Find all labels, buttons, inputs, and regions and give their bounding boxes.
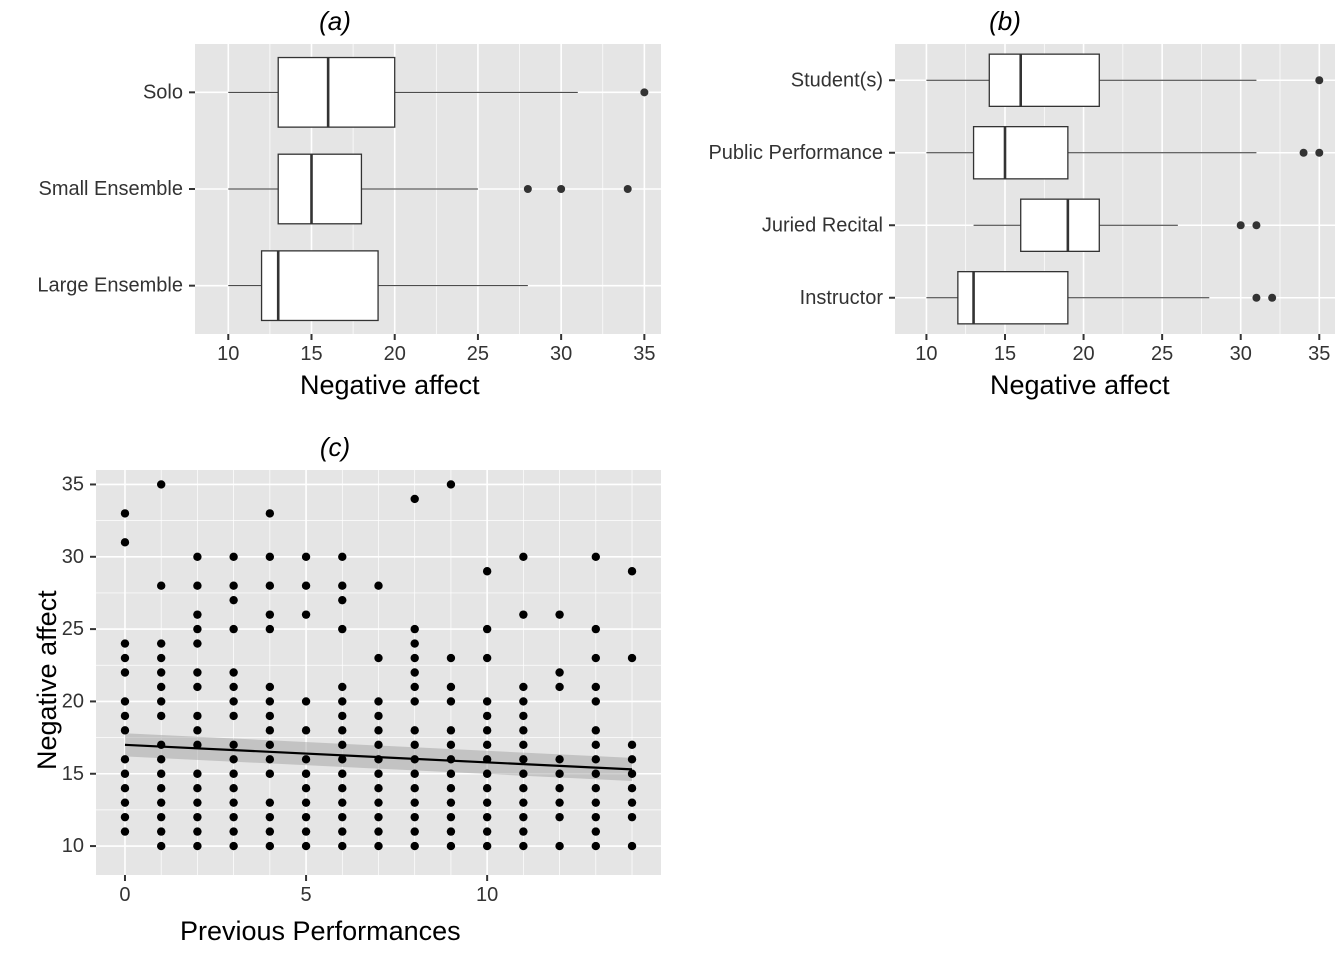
svg-text:35: 35: [633, 343, 655, 365]
svg-text:Large Ensemble: Large Ensemble: [37, 275, 183, 297]
panel-c: 0510101520253035: [96, 470, 661, 875]
svg-text:15: 15: [62, 763, 84, 785]
panel-c-ylabel: Negative affect: [32, 590, 63, 770]
svg-text:20: 20: [1072, 343, 1094, 365]
svg-text:25: 25: [62, 618, 84, 640]
svg-text:30: 30: [550, 343, 572, 365]
svg-text:Solo: Solo: [143, 81, 183, 103]
panel-c-xlabel: Previous Performances: [180, 916, 461, 947]
svg-text:10: 10: [915, 343, 937, 365]
panel-a-title: (a): [0, 6, 670, 37]
svg-text:0: 0: [119, 884, 130, 906]
svg-text:5: 5: [301, 884, 312, 906]
svg-text:15: 15: [994, 343, 1016, 365]
svg-text:25: 25: [467, 343, 489, 365]
svg-text:Public Performance: Public Performance: [708, 142, 883, 164]
svg-text:15: 15: [300, 343, 322, 365]
panel-b-title: (b): [670, 6, 1340, 37]
svg-text:35: 35: [62, 473, 84, 495]
figure-root: (a) 101520253035SoloSmall EnsembleLarge …: [0, 0, 1344, 960]
panel-a-xlabel: Negative affect: [300, 370, 480, 401]
panel-c-title: (c): [0, 432, 670, 463]
panel-a: 101520253035SoloSmall EnsembleLarge Ense…: [195, 44, 661, 334]
panel-b: 101520253035Student(s)Public Performance…: [895, 44, 1335, 334]
svg-text:10: 10: [476, 884, 498, 906]
svg-text:Student(s): Student(s): [791, 69, 883, 91]
svg-text:Instructor: Instructor: [800, 287, 884, 309]
svg-text:10: 10: [62, 835, 84, 857]
svg-text:Small Ensemble: Small Ensemble: [38, 178, 183, 200]
svg-text:30: 30: [1230, 343, 1252, 365]
panel-b-xlabel: Negative affect: [990, 370, 1170, 401]
svg-text:30: 30: [62, 546, 84, 568]
svg-text:10: 10: [217, 343, 239, 365]
svg-text:25: 25: [1151, 343, 1173, 365]
svg-text:35: 35: [1308, 343, 1330, 365]
svg-text:Juried Recital: Juried Recital: [762, 214, 883, 236]
svg-text:20: 20: [62, 690, 84, 712]
svg-text:20: 20: [384, 343, 406, 365]
